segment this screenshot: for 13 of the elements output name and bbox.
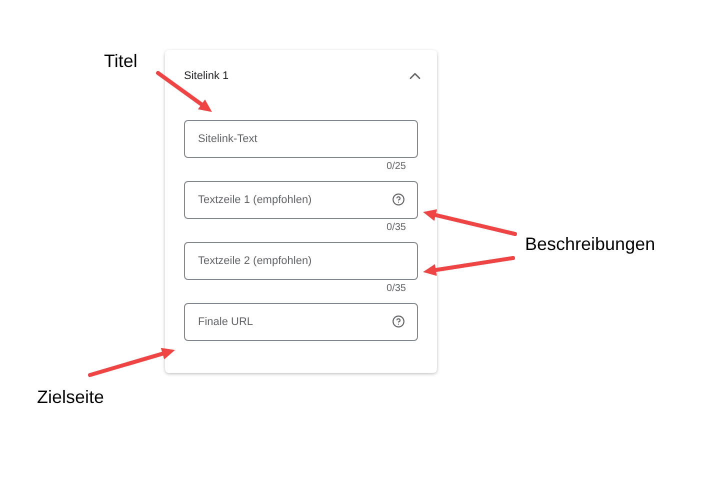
character-counter: 0/35 (386, 283, 406, 295)
input-field[interactable]: Textzeile 2 (empfohlen) (184, 242, 418, 280)
annotation-label: Beschreibungen (525, 233, 656, 256)
card-title: Sitelink 1 (184, 68, 229, 84)
help-icon[interactable] (392, 193, 405, 206)
character-counter: 0/35 (386, 222, 406, 234)
input-field[interactable]: Textzeile 1 (empfohlen) (184, 181, 418, 219)
input-field[interactable]: Finale URL (184, 303, 418, 341)
annotation-label: Zielseite (37, 386, 104, 409)
input-field[interactable]: Sitelink-Text (184, 120, 418, 158)
annotation-label: Titel (104, 50, 138, 73)
character-counter: 0/25 (386, 161, 406, 173)
help-icon[interactable] (392, 315, 405, 328)
